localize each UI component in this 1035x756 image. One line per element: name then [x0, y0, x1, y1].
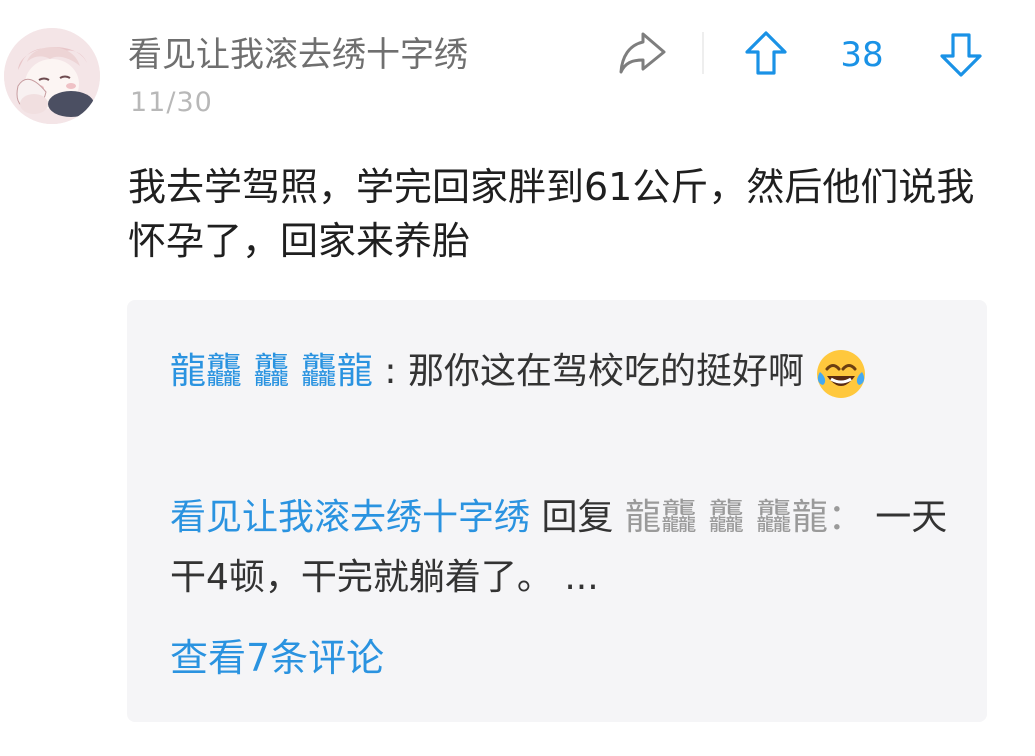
reply-user[interactable]: 龍龘 龘 龘龍 — [170, 351, 373, 392]
post-author-name[interactable]: 看见让我滚去绣十字绣 — [128, 32, 468, 78]
upvote-arrow-icon — [742, 29, 790, 79]
reply-text: 那你这在驾校吃的挺好啊 — [407, 351, 804, 392]
post-date: 11/30 — [130, 87, 213, 118]
avatar[interactable] — [4, 28, 100, 124]
downvote-button[interactable] — [937, 29, 985, 79]
action-divider — [702, 32, 704, 74]
reply-target-user[interactable]: 龍龘 龘 龘龍 — [625, 497, 828, 538]
reply-separator: : — [384, 351, 397, 392]
downvote-arrow-icon — [937, 29, 985, 79]
reply-item[interactable]: 看见让我滚去绣十字绣 回复 龍龘 龘 龘龍： 一天干4顿，干完就躺着了。 ... — [170, 488, 970, 608]
share-button[interactable] — [617, 30, 669, 78]
upvote-button[interactable] — [742, 29, 790, 79]
post-content: 我去学驾照，学完回家胖到61公斤，然后他们说我怀孕了，回家来养胎 — [128, 165, 975, 263]
share-icon — [617, 30, 669, 78]
view-more-comments-link[interactable]: 查看7条评论 — [170, 630, 384, 686]
reply-preview-box: 龍龘 龘 龘龍 : 那你这在驾校吃的挺好啊 看见让我滚去绣十字绣 回复 龍龘 龘… — [127, 300, 987, 722]
vote-count: 38 — [840, 35, 884, 75]
reply-word: 回复 — [541, 497, 614, 538]
laughing-crying-emoji-icon — [815, 348, 867, 400]
reply-user[interactable]: 看见让我滚去绣十字绣 — [170, 497, 530, 538]
reply-separator: ： — [827, 497, 864, 538]
reply-item[interactable]: 龍龘 龘 龘龍 : 那你这在驾校吃的挺好啊 — [170, 344, 970, 400]
